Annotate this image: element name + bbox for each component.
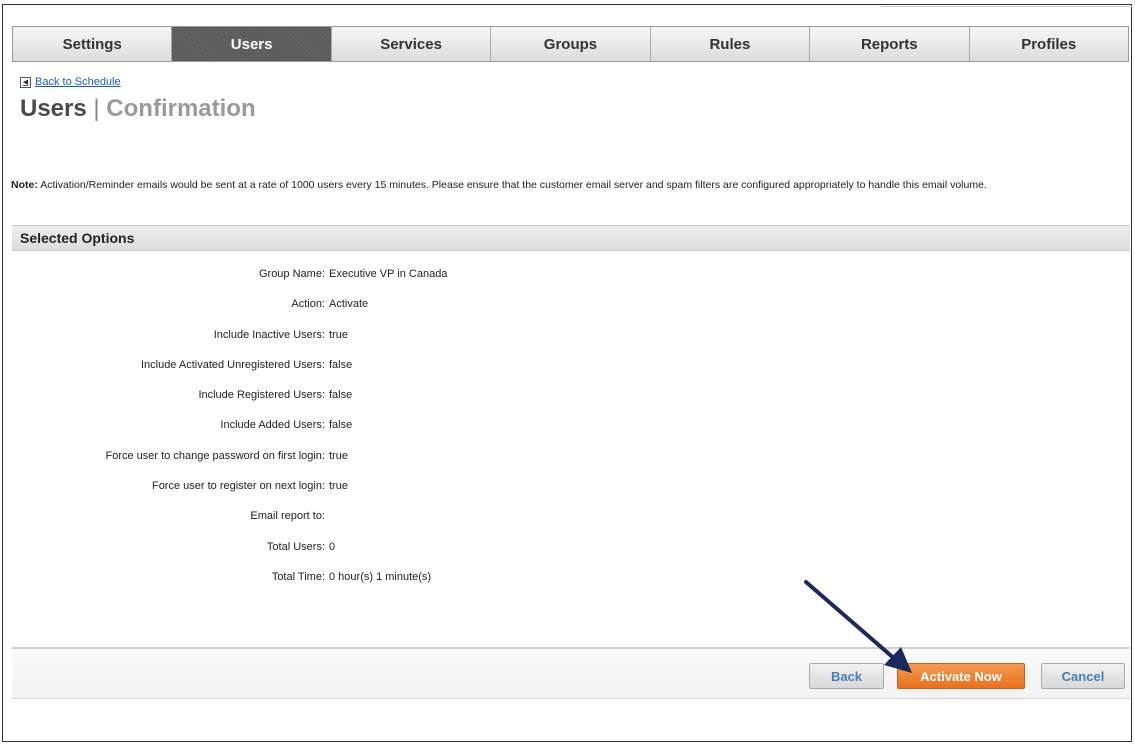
back-to-schedule-link[interactable]: ◀ Back to Schedule bbox=[20, 76, 121, 88]
option-row-force-register: Force user to register on next login: tr… bbox=[12, 473, 1130, 503]
tab-services[interactable]: Services bbox=[331, 27, 492, 61]
option-value: Executive VP in Canada bbox=[329, 268, 448, 280]
option-value: true bbox=[329, 480, 348, 493]
option-label: Total Users: bbox=[266, 540, 325, 553]
option-label: Include Registered Users: bbox=[198, 389, 325, 402]
option-label: Force user to register on next login: bbox=[151, 480, 325, 493]
option-value: false bbox=[329, 389, 353, 402]
option-label: Email report to: bbox=[250, 510, 325, 523]
page-title: Users | Confirmation bbox=[20, 95, 256, 123]
tab-settings[interactable]: Settings bbox=[13, 27, 173, 61]
option-row-group-name: Group Name: Executive VP in Canada bbox=[12, 261, 1130, 291]
option-value: 0 bbox=[329, 540, 336, 553]
note-label: Note: bbox=[11, 179, 38, 191]
tab-profiles[interactable]: Profiles bbox=[969, 27, 1128, 61]
option-row-force-password-change: Force user to change password on first l… bbox=[12, 443, 1130, 473]
tab-rules[interactable]: Rules bbox=[650, 27, 811, 61]
option-value: false bbox=[329, 419, 353, 432]
page-title-main: Users bbox=[20, 95, 87, 122]
option-label: Force user to change password on first l… bbox=[105, 449, 325, 462]
option-row-include-registered: Include Registered Users: false bbox=[12, 382, 1130, 412]
note-text: Activation/Reminder emails would be sent… bbox=[40, 179, 987, 191]
tab-reports[interactable]: Reports bbox=[810, 27, 970, 61]
page-title-sub: Confirmation bbox=[106, 95, 256, 122]
option-label: Action: bbox=[291, 298, 325, 311]
option-row-include-added: Include Added Users: false bbox=[12, 412, 1130, 442]
option-label: Include Activated Unregistered Users: bbox=[140, 358, 325, 371]
back-arrow-icon: ◀ bbox=[20, 76, 31, 88]
option-row-action: Action: Activate bbox=[12, 291, 1130, 321]
option-label: Include Inactive Users: bbox=[213, 328, 325, 341]
option-value: true bbox=[329, 449, 348, 462]
option-row-include-inactive: Include Inactive Users: true bbox=[12, 322, 1130, 352]
option-label: Group Name: bbox=[258, 268, 325, 280]
tab-groups[interactable]: Groups bbox=[491, 27, 651, 61]
option-row-email-report: Email report to: bbox=[12, 503, 1130, 533]
divider bbox=[882, 6, 1132, 7]
email-rate-note: Note: Activation/Reminder emails would b… bbox=[11, 178, 1126, 193]
back-link-label: Back to Schedule bbox=[35, 76, 121, 88]
action-footer: Back Activate Now Cancel bbox=[12, 647, 1130, 699]
selected-options-header: Selected Options bbox=[12, 225, 1130, 251]
option-value: 0 hour(s) 1 minute(s) bbox=[329, 570, 432, 583]
option-value: false bbox=[329, 358, 353, 371]
option-value: Activate bbox=[329, 298, 369, 311]
option-label: Include Added Users: bbox=[220, 419, 325, 432]
tab-users[interactable]: Users bbox=[172, 27, 332, 61]
selected-options-list: Group Name: Executive VP in Canada Actio… bbox=[12, 261, 1130, 594]
page-title-separator: | bbox=[93, 95, 100, 122]
option-row-include-activated-unregistered: Include Activated Unregistered Users: fa… bbox=[12, 352, 1130, 382]
activate-now-button[interactable]: Activate Now bbox=[897, 663, 1025, 689]
cancel-button[interactable]: Cancel bbox=[1041, 663, 1125, 689]
option-value: true bbox=[329, 328, 348, 341]
option-label: Total Time: bbox=[271, 570, 325, 583]
option-row-total-users: Total Users: 0 bbox=[12, 534, 1130, 564]
option-row-total-time: Total Time: 0 hour(s) 1 minute(s) bbox=[12, 564, 1130, 594]
back-button[interactable]: Back bbox=[809, 663, 884, 689]
main-tab-bar: Settings Users Services Groups Rules Rep… bbox=[12, 26, 1129, 62]
